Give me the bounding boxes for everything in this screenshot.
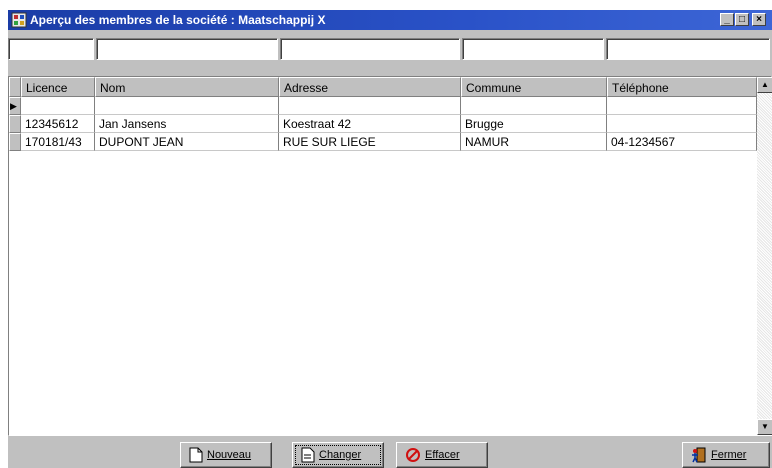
- table-cell[interactable]: [95, 97, 279, 115]
- new-document-icon: [189, 447, 203, 463]
- table-cell[interactable]: 12345612: [21, 115, 95, 133]
- filter-telephone-input[interactable]: [606, 38, 770, 60]
- button-bar: Nouveau Changer Effacer Fermer: [8, 438, 772, 468]
- table-cell[interactable]: [21, 97, 95, 115]
- table-cell[interactable]: 170181/43: [21, 133, 95, 151]
- delete-button[interactable]: Effacer: [396, 442, 488, 468]
- table-cell[interactable]: [607, 97, 757, 115]
- filter-bar: [8, 34, 772, 64]
- column-header-licence[interactable]: Licence: [21, 77, 95, 97]
- column-header-commune[interactable]: Commune: [461, 77, 607, 97]
- window-title: Aperçu des membres de la société : Maats…: [30, 13, 326, 27]
- table-cell[interactable]: 04-1234567: [607, 133, 757, 151]
- table-cell[interactable]: DUPONT JEAN: [95, 133, 279, 151]
- row-header-new[interactable]: ▶: [9, 97, 21, 115]
- change-button-label: Changer: [319, 449, 362, 461]
- close-button-label: Fermer: [711, 449, 747, 461]
- vertical-scrollbar[interactable]: ▲ ▼: [757, 77, 772, 435]
- prohibited-icon: [406, 448, 420, 463]
- scroll-down-icon[interactable]: ▼: [757, 419, 772, 435]
- exit-door-icon: [692, 447, 706, 463]
- app-grid-icon: [11, 12, 27, 28]
- current-row-indicator-icon: ▶: [10, 101, 17, 111]
- row-header[interactable]: [9, 115, 21, 133]
- close-button[interactable]: Fermer: [682, 442, 770, 468]
- main-window: Aperçu des membres de la société : Maats…: [8, 10, 772, 468]
- filter-adresse-input[interactable]: [280, 38, 460, 60]
- filter-licence-input[interactable]: [8, 38, 94, 60]
- table-cell[interactable]: [279, 97, 461, 115]
- grid-corner: [9, 77, 21, 97]
- table-cell[interactable]: RUE SUR LIEGE: [279, 133, 461, 151]
- row-header[interactable]: [9, 133, 21, 151]
- new-button[interactable]: Nouveau: [180, 442, 272, 468]
- table-cell[interactable]: Koestraat 42: [279, 115, 461, 133]
- change-button[interactable]: Changer: [292, 442, 384, 468]
- new-button-label: Nouveau: [207, 449, 252, 461]
- maximize-button[interactable]: □: [735, 13, 749, 26]
- filter-nom-input[interactable]: [96, 38, 278, 60]
- close-window-button[interactable]: ×: [752, 13, 766, 26]
- table-cell[interactable]: Brugge: [461, 115, 607, 133]
- table-cell[interactable]: [607, 115, 757, 133]
- title-bar[interactable]: Aperçu des membres de la société : Maats…: [8, 10, 772, 30]
- column-header-nom[interactable]: Nom: [95, 77, 279, 97]
- scroll-up-icon[interactable]: ▲: [757, 77, 772, 93]
- column-header-telephone[interactable]: Téléphone: [607, 77, 757, 97]
- column-header-adresse[interactable]: Adresse: [279, 77, 461, 97]
- table-cell[interactable]: Jan Jansens: [95, 115, 279, 133]
- edit-document-icon: [301, 447, 315, 463]
- members-grid[interactable]: Licence Nom Adresse Commune Téléphone ▶ …: [8, 76, 772, 436]
- minimize-button[interactable]: _: [720, 13, 734, 26]
- delete-button-label: Effacer: [425, 449, 460, 461]
- table-cell[interactable]: NAMUR: [461, 133, 607, 151]
- table-cell[interactable]: [461, 97, 607, 115]
- filter-commune-input[interactable]: [462, 38, 604, 60]
